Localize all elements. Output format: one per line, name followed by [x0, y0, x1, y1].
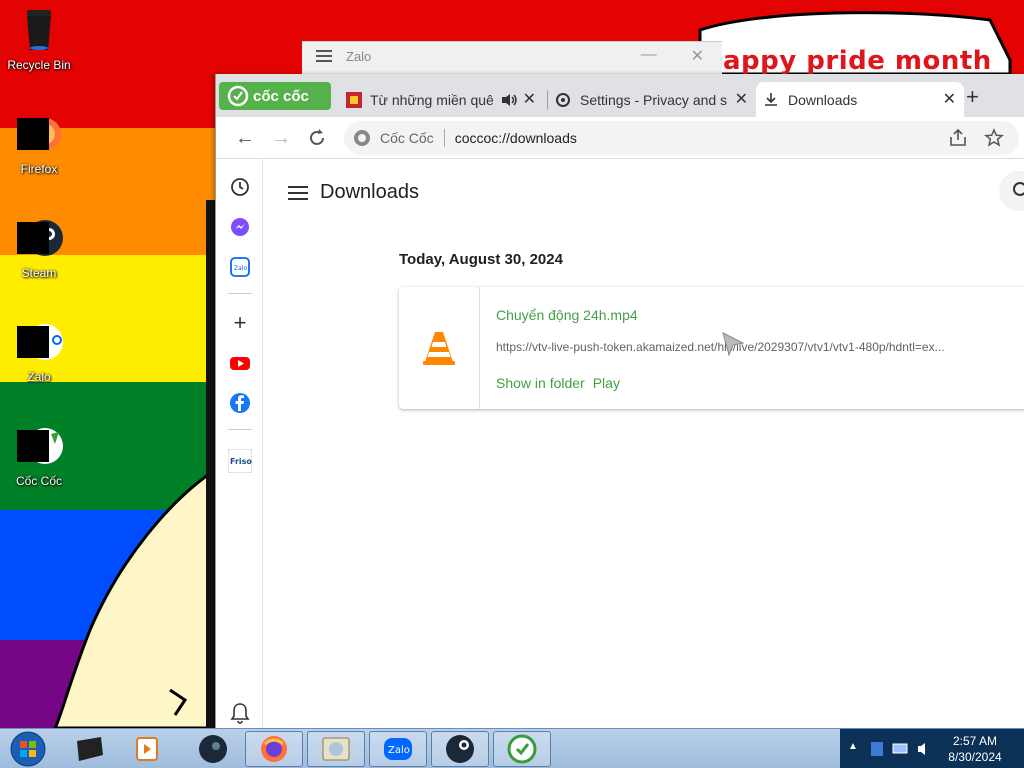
taskbar-steam-icon[interactable]: [184, 731, 242, 767]
desktop-icon-label: Steam: [21, 266, 57, 280]
mouse-cursor-icon: [722, 332, 745, 357]
desktop-icon-label: Firefox: [20, 162, 58, 176]
coccoc-logo-icon: [227, 85, 249, 107]
zalo-icon: [15, 318, 63, 366]
downloads-menu-icon[interactable]: [288, 191, 308, 194]
minimize-button[interactable]: —: [641, 46, 657, 66]
taskbar-zalo-icon[interactable]: Zalo: [369, 731, 427, 767]
start-button[interactable]: [0, 731, 56, 767]
desktop-icon-label: Recycle Bin: [7, 58, 71, 72]
clock-time: 2:57 AM: [952, 734, 998, 748]
show-hidden-icons-icon[interactable]: ▲: [848, 741, 858, 752]
tab-strip: cốc cốc Từ những miền quê ✕ Settings - P…: [216, 74, 1024, 117]
pride-banner-text: appy pride month: [723, 46, 992, 76]
svg-text:Friso: Friso: [230, 457, 252, 466]
page-title: Downloads: [320, 181, 419, 203]
taskbar-firefox-icon[interactable]: [245, 731, 303, 767]
speaker-icon[interactable]: [500, 92, 518, 108]
download-icon: [765, 92, 777, 106]
system-tray: ▲ 2:57 AM 8/30/2024: [840, 729, 1024, 768]
friso-icon[interactable]: Friso: [228, 449, 252, 473]
hamburger-menu-icon[interactable]: [316, 55, 332, 57]
site-favicon-icon: [346, 91, 362, 108]
youtube-icon[interactable]: [228, 351, 252, 375]
tab-title: Từ những miền quê: [370, 91, 494, 108]
clock[interactable]: 2:57 AM 8/30/2024: [940, 733, 1010, 765]
svg-text:Zalo: Zalo: [234, 265, 247, 272]
tab-downloads[interactable]: Downloads ✕: [756, 82, 964, 117]
coccoc-menu-button[interactable]: cốc cốc: [219, 82, 331, 110]
toolbar: ← → Cốc Cốc coccoc://downloads: [216, 117, 1024, 159]
coccoc-icon: [15, 422, 63, 470]
desktop-icon-steam[interactable]: Steam: [2, 214, 76, 280]
sidebar: Zalo + Friso: [216, 159, 263, 730]
desktop-icon-coccoc[interactable]: Cốc Cốc: [2, 422, 76, 488]
volume-icon[interactable]: [916, 741, 932, 757]
taskbar-coccoc-icon[interactable]: [493, 731, 551, 767]
share-icon[interactable]: [948, 128, 968, 148]
brand-label: cốc cốc: [253, 87, 309, 105]
close-tab-icon[interactable]: ✕: [523, 89, 536, 109]
zalo-icon[interactable]: Zalo: [228, 255, 252, 279]
vlc-file-icon: [423, 332, 455, 365]
facebook-icon[interactable]: [228, 391, 252, 415]
clock-date: 8/30/2024: [948, 750, 1002, 764]
close-button[interactable]: ✕: [691, 46, 704, 66]
tab-title: Downloads: [788, 91, 858, 108]
tray-app-icon[interactable]: [870, 741, 884, 757]
taskbar-steam-app-icon[interactable]: [431, 731, 489, 767]
zalo-window-title: Zalo: [346, 48, 372, 64]
close-tab-icon[interactable]: ✕: [943, 89, 956, 109]
desktop-icon-label: Zalo: [27, 370, 51, 384]
tab-settings[interactable]: Settings - Privacy and s ✕: [548, 82, 756, 117]
windows-orb-icon: [10, 731, 46, 767]
tab-video[interactable]: Từ những miền quê ✕: [336, 82, 544, 117]
omnibox-brand: Cốc Cốc: [380, 130, 434, 146]
bookmark-star-icon[interactable]: [984, 128, 1004, 148]
forward-button[interactable]: →: [268, 125, 294, 151]
address-bar[interactable]: Cốc Cốc coccoc://downloads: [344, 121, 1019, 155]
network-icon[interactable]: [892, 742, 908, 756]
messenger-icon[interactable]: [228, 215, 252, 239]
add-icon[interactable]: +: [228, 310, 252, 335]
taskbar: Zalo ▲ 2:57 AM 8/30/2024: [0, 728, 1024, 768]
close-tab-icon[interactable]: ✕: [735, 89, 748, 109]
date-header: Today, August 30, 2024: [399, 251, 563, 268]
tab-title: Settings - Privacy and s: [580, 91, 728, 108]
back-button[interactable]: ←: [232, 125, 258, 151]
history-icon[interactable]: [228, 175, 252, 199]
svg-text:Zalo: Zalo: [388, 745, 410, 756]
reload-button[interactable]: [304, 125, 330, 151]
steam-icon: [15, 214, 63, 262]
omnibox-url[interactable]: coccoc://downloads: [455, 130, 577, 146]
reload-icon: [310, 129, 324, 145]
play-link[interactable]: Play: [593, 375, 620, 391]
desktop-icon-recycle-bin[interactable]: Recycle Bin: [2, 6, 76, 72]
downloads-page: Downloads Today, August 30, 2024 Chuyển …: [264, 159, 1024, 730]
recycle-bin-icon: [15, 6, 63, 54]
notifications-bell-icon[interactable]: [228, 701, 252, 725]
search-icon: [1013, 182, 1024, 196]
desktop-icon-zalo[interactable]: Zalo: [2, 318, 76, 384]
search-downloads-button[interactable]: [999, 171, 1024, 211]
desktop-icon-firefox[interactable]: Firefox: [2, 110, 76, 176]
taskbar-explorer-icon[interactable]: [307, 731, 365, 767]
download-item: Chuyển động 24h.mp4 https://vtv-live-pus…: [399, 287, 1024, 409]
browser-window[interactable]: cốc cốc Từ những miền quê ✕ Settings - P…: [215, 74, 1024, 730]
gear-icon: [556, 92, 570, 107]
taskbar-media-player-icon[interactable]: [118, 731, 176, 767]
show-in-folder-link[interactable]: Show in folder: [496, 375, 585, 391]
taskbar-recycle-icon[interactable]: [60, 731, 118, 767]
desktop-icon-label: Cốc Cốc: [15, 474, 62, 488]
firefox-icon: [15, 110, 63, 158]
coccoc-site-icon: [354, 130, 370, 146]
new-tab-button[interactable]: +: [966, 84, 979, 110]
download-file-name[interactable]: Chuyển động 24h.mp4: [496, 307, 638, 323]
